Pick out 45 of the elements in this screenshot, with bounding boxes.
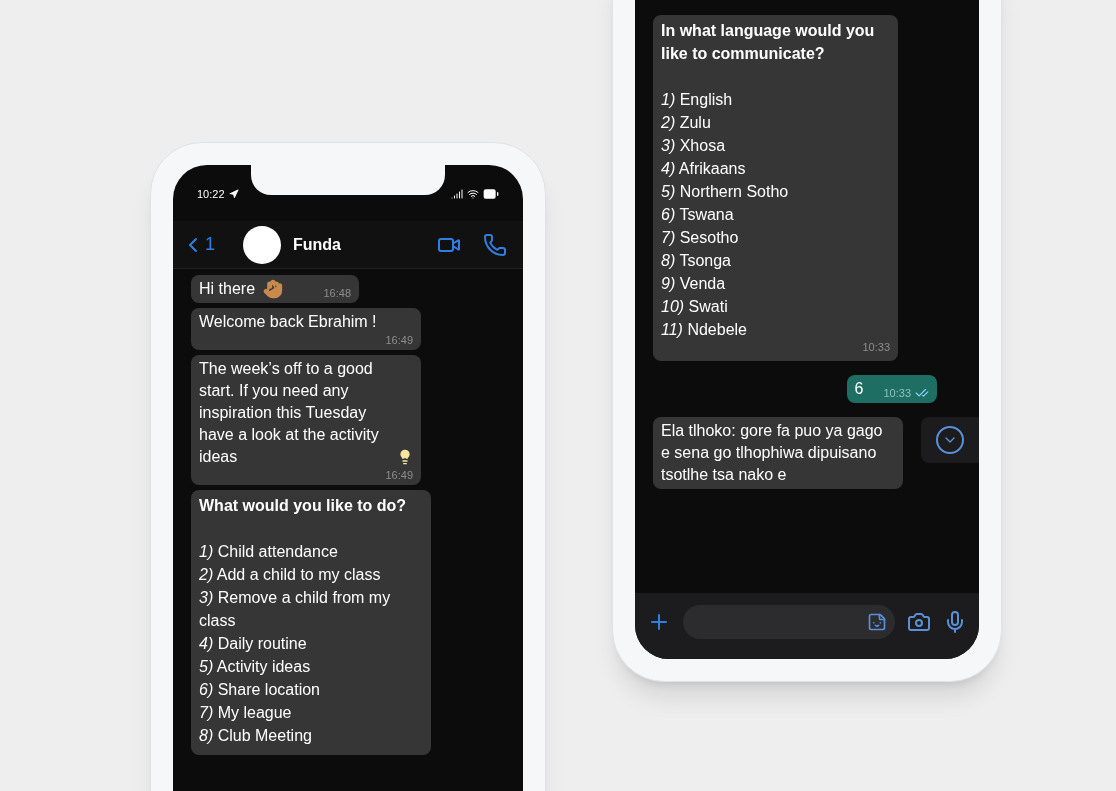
location-icon — [228, 189, 239, 199]
message-time: 16:48 — [323, 286, 351, 300]
menu-option: 2) Zulu — [661, 111, 890, 134]
back-button[interactable]: 1 — [181, 230, 215, 259]
menu-option: 1) Child attendance — [199, 540, 423, 563]
menu-option: 10) Swati — [661, 295, 890, 318]
menu-option: 6) Share location — [199, 678, 423, 701]
message-text: 6 — [854, 379, 864, 399]
menu-option: 4) Afrikaans — [661, 157, 890, 180]
camera-icon[interactable] — [907, 610, 931, 634]
message-time: 10:33 — [862, 341, 890, 353]
menu-option: 7) Sesotho — [661, 226, 890, 249]
message-title: In what language would you like to communicate? — [661, 21, 876, 64]
sticker-icon[interactable] — [867, 612, 887, 632]
scroll-down-button[interactable] — [921, 417, 979, 463]
menu-option: 3) Xhosa — [661, 134, 890, 157]
status-time: 10:22 — [197, 186, 225, 202]
message-text: Welcome back Ebrahim ! — [199, 312, 377, 332]
message-input[interactable] — [683, 605, 895, 639]
message-time: 10:33 — [883, 386, 911, 400]
menu-option: 6) Tswana — [661, 203, 890, 226]
wifi-icon — [467, 188, 479, 200]
contact-avatar — [243, 225, 281, 264]
menu-option: 1) English — [661, 88, 890, 111]
contact-name: Funda — [293, 234, 341, 255]
message-text: Ela tlhoko: gore fa puo ya gago e sena go tlhophiwa dipuisano tsotlhe tsa nako e — [661, 421, 884, 485]
signal-icon — [451, 188, 463, 200]
menu-option: 9) Venda — [661, 272, 890, 295]
menu-option: 3) Remove a child from my class — [199, 586, 423, 632]
phone-call-icon[interactable] — [483, 232, 507, 257]
menu-option: 11) Ndebele — [661, 318, 890, 341]
menu-option: 8) Club Meeting — [199, 724, 423, 747]
message-text: Hi there — [199, 279, 256, 299]
menu-option: 4) Daily routine — [199, 632, 423, 655]
menu-option: 8) Tsonga — [661, 249, 890, 272]
menu-option: 7) My league — [199, 701, 423, 724]
battery-icon — [483, 186, 499, 202]
message-time: 16:49 — [385, 333, 413, 347]
lightbulb-icon — [397, 447, 413, 467]
menu-option: 2) Add a child to my class — [199, 563, 423, 586]
message-text: The week’s off to a good start. If you need any inspiration this Tuesday have a look at the activity ideas — [199, 359, 380, 467]
menu-option: 5) Northern Sotho — [661, 180, 890, 203]
message-time: 16:49 — [385, 468, 413, 482]
menu-option: 5) Activity ideas — [199, 655, 423, 678]
message-title: What would you like to do? — [199, 496, 408, 516]
